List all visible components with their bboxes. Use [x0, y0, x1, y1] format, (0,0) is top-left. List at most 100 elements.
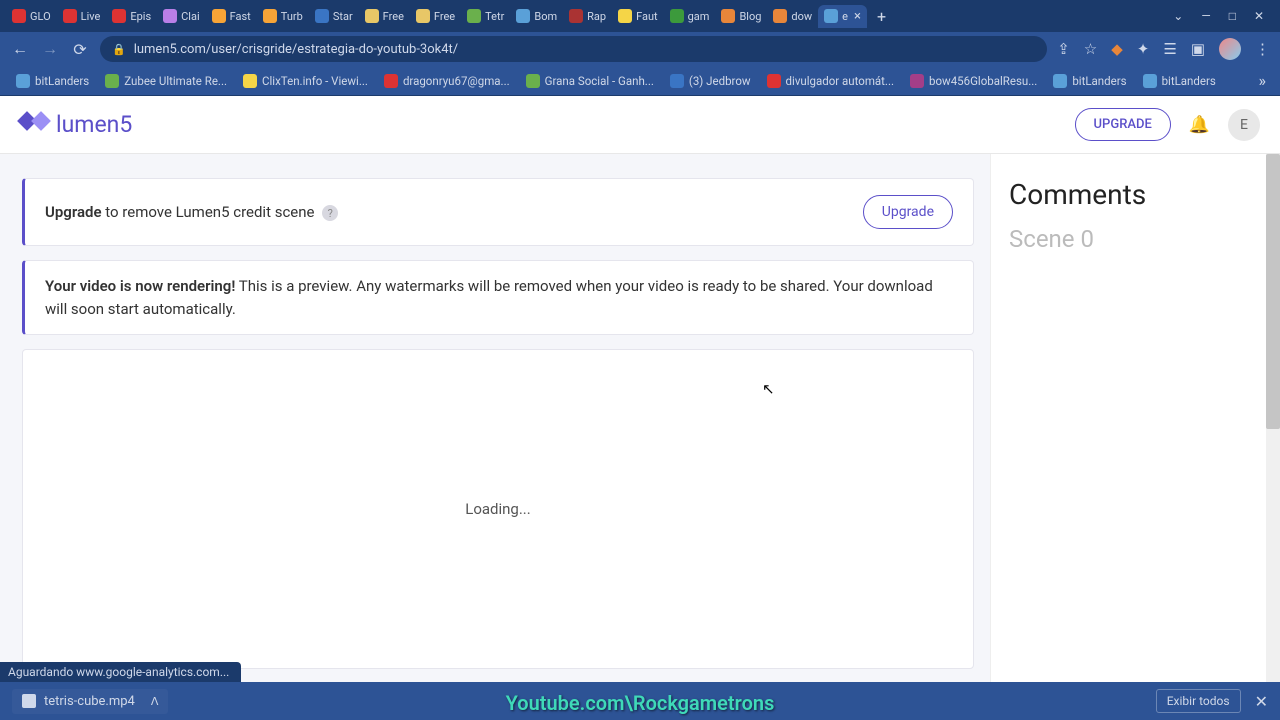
- scrollbar-thumb[interactable]: [1266, 154, 1280, 429]
- browser-tab[interactable]: Free: [359, 5, 410, 27]
- browser-tab[interactable]: Tetr: [461, 5, 510, 27]
- main-column: Upgrade to remove Lumen5 credit scene ? …: [0, 154, 990, 682]
- page-status: Aguardando www.google-analytics.com...: [0, 662, 241, 682]
- bookmark-item[interactable]: Zubee Ultimate Re...: [99, 71, 233, 91]
- bookmark-label: bow456GlobalResu...: [929, 74, 1037, 88]
- loading-text: Loading...: [465, 500, 530, 518]
- tab-dropdown-icon[interactable]: ⌄: [1173, 9, 1183, 23]
- bookmark-item[interactable]: bitLanders: [1047, 71, 1132, 91]
- scrollbar[interactable]: [1266, 154, 1280, 682]
- extensions-icon[interactable]: ✦: [1137, 40, 1150, 58]
- reading-list-icon[interactable]: ☰: [1163, 40, 1176, 58]
- bookmark-favicon: [670, 74, 684, 88]
- bookmark-label: ClixTen.info - Viewi...: [262, 74, 368, 88]
- browser-tab[interactable]: GLO: [6, 5, 57, 27]
- extension-icon[interactable]: ◆: [1111, 40, 1123, 58]
- browser-tab[interactable]: Turb: [257, 5, 309, 27]
- reload-button[interactable]: ⟳: [70, 40, 90, 59]
- browser-tab[interactable]: Star: [309, 5, 359, 27]
- browser-tab[interactable]: Clai: [157, 5, 206, 27]
- back-button[interactable]: ←: [10, 39, 30, 59]
- tab-label: Clai: [181, 10, 200, 23]
- tab-favicon: [63, 9, 77, 23]
- bookmark-label: Grana Social - Ganh...: [545, 74, 654, 88]
- tab-favicon: [112, 9, 126, 23]
- user-avatar[interactable]: E: [1228, 109, 1260, 141]
- tab-label: e: [842, 10, 848, 23]
- browser-tab[interactable]: Bom: [510, 5, 563, 27]
- forward-button[interactable]: →: [40, 39, 60, 59]
- file-icon: [22, 694, 36, 708]
- url-text: lumen5.com/user/crisgride/estrategia-do-…: [134, 42, 458, 57]
- upgrade-small-button[interactable]: Upgrade: [863, 195, 953, 229]
- toolbar-icons: ⇪ ☆ ◆ ✦ ☰ ▣ ⋮: [1057, 38, 1270, 60]
- browser-tab[interactable]: Rap: [563, 5, 612, 27]
- chevron-up-icon[interactable]: ᐱ: [151, 695, 159, 708]
- show-all-downloads[interactable]: Exibir todos: [1156, 689, 1241, 713]
- upgrade-button[interactable]: UPGRADE: [1075, 108, 1171, 141]
- tab-label: Tetr: [485, 10, 504, 23]
- tab-label: Epis: [130, 10, 151, 23]
- browser-tab[interactable]: gam: [664, 5, 716, 27]
- bookmark-label: (3) Jedbrow: [689, 74, 751, 88]
- tab-label: Star: [333, 10, 353, 23]
- app-body: Upgrade to remove Lumen5 credit scene ? …: [0, 154, 1280, 682]
- bookmarks-overflow-icon[interactable]: »: [1255, 71, 1271, 90]
- minimize-icon[interactable]: —: [1201, 9, 1210, 23]
- bookmark-label: bitLanders: [1072, 74, 1126, 88]
- bookmark-item[interactable]: dragonryu67@gma...: [378, 71, 516, 91]
- notifications-icon[interactable]: 🔔: [1189, 115, 1210, 135]
- browser-tab[interactable]: Live: [57, 5, 107, 27]
- maximize-icon[interactable]: □: [1229, 9, 1236, 23]
- kebab-menu-icon[interactable]: ⋮: [1255, 40, 1270, 58]
- bookmark-favicon: [1143, 74, 1157, 88]
- brand-logo[interactable]: lumen5: [20, 111, 132, 139]
- browser-tab[interactable]: e×: [818, 5, 867, 28]
- browser-tab[interactable]: Faut: [612, 5, 664, 27]
- browser-tab[interactable]: Fast: [206, 5, 257, 27]
- tab-label: Turb: [281, 10, 303, 23]
- scene-label: Scene 0: [1009, 225, 1262, 253]
- browser-tab-strip: GLO Live Epis Clai Fast Turb Star Free Free Tetr B…: [0, 0, 1280, 32]
- profile-avatar-icon[interactable]: [1219, 38, 1241, 60]
- close-window-icon[interactable]: ✕: [1254, 9, 1264, 23]
- tab-favicon: [12, 9, 26, 23]
- star-icon[interactable]: ☆: [1084, 40, 1097, 58]
- url-input[interactable]: 🔒 lumen5.com/user/crisgride/estrategia-d…: [100, 36, 1047, 62]
- tab-label: Free: [383, 10, 404, 23]
- browser-tab[interactable]: Blog: [715, 5, 767, 27]
- new-tab-button[interactable]: +: [867, 7, 896, 26]
- browser-tab[interactable]: Free: [410, 5, 461, 27]
- download-item[interactable]: tetris-cube.mp4 ᐱ: [12, 689, 168, 714]
- bookmark-item[interactable]: (3) Jedbrow: [664, 71, 757, 91]
- browser-address-bar: ← → ⟳ 🔒 lumen5.com/user/crisgride/estrat…: [0, 32, 1280, 66]
- browser-tab[interactable]: Epis: [106, 5, 157, 27]
- tab-favicon: [773, 9, 787, 23]
- bookmark-item[interactable]: bitLanders: [1137, 71, 1222, 91]
- side-panel-icon[interactable]: ▣: [1191, 40, 1205, 58]
- tab-label: gam: [688, 10, 710, 23]
- bookmark-favicon: [526, 74, 540, 88]
- bookmark-label: dragonryu67@gma...: [403, 74, 510, 88]
- tab-favicon: [569, 9, 583, 23]
- browser-tab[interactable]: dow: [767, 5, 818, 27]
- credit-banner-text: Upgrade to remove Lumen5 credit scene ?: [45, 203, 851, 222]
- bookmark-item[interactable]: Grana Social - Ganh...: [520, 71, 660, 91]
- bookmark-item[interactable]: ClixTen.info - Viewi...: [237, 71, 374, 91]
- bookmark-favicon: [16, 74, 30, 88]
- close-download-bar[interactable]: ✕: [1255, 692, 1268, 711]
- tab-label: dow: [791, 10, 812, 23]
- share-icon[interactable]: ⇪: [1057, 40, 1070, 58]
- bookmark-item[interactable]: bitLanders: [10, 71, 95, 91]
- credit-scene-banner: Upgrade to remove Lumen5 credit scene ? …: [22, 178, 974, 246]
- tab-label: GLO: [30, 10, 51, 23]
- tab-favicon: [212, 9, 226, 23]
- help-icon[interactable]: ?: [322, 205, 338, 221]
- bookmarks-bar: bitLanders Zubee Ultimate Re... ClixTen.in…: [0, 66, 1280, 96]
- tab-label: Rap: [587, 10, 606, 23]
- tab-label: Fast: [230, 10, 251, 23]
- close-tab-icon[interactable]: ×: [854, 9, 861, 24]
- bookmark-item[interactable]: divulgador automát...: [761, 71, 901, 91]
- bookmark-item[interactable]: bow456GlobalResu...: [904, 71, 1043, 91]
- bookmark-label: Zubee Ultimate Re...: [124, 74, 227, 88]
